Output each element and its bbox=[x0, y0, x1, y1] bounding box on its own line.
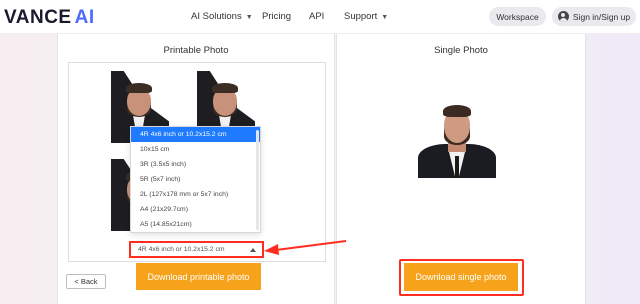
printable-photo-title: Printable Photo bbox=[163, 45, 229, 56]
size-dropdown-menu: 4R 4x6 inch or 10.2x15.2 cm 10x15 cm 3R … bbox=[130, 126, 261, 233]
workspace-button-label: Workspace bbox=[496, 11, 539, 22]
size-option[interactable]: 5R (5x7 inch) bbox=[131, 172, 260, 187]
single-photo-title: Single Photo bbox=[434, 45, 488, 56]
nav-support[interactable]: Support ▼ bbox=[344, 11, 388, 22]
single-portrait-photo bbox=[418, 104, 496, 178]
nav-pricing[interactable]: Pricing bbox=[262, 11, 291, 22]
nav-pricing-label: Pricing bbox=[262, 11, 292, 22]
dropdown-scrollbar[interactable] bbox=[256, 130, 259, 230]
workspace-button[interactable]: Workspace bbox=[489, 7, 546, 26]
chevron-up-icon bbox=[250, 248, 256, 252]
size-option[interactable]: A5 (14.85x21cm) bbox=[131, 217, 260, 232]
nav-ai-solutions[interactable]: AI Solutions ▼ bbox=[191, 11, 253, 22]
chevron-down-icon: ▼ bbox=[245, 14, 253, 21]
nav-ai-solutions-label: AI Solutions bbox=[191, 11, 242, 22]
logo-text: VANCE bbox=[4, 7, 72, 28]
download-printable-label: Download printable photo bbox=[147, 271, 250, 282]
size-option[interactable]: 4R 4x6 inch or 10.2x15.2 cm bbox=[131, 127, 260, 142]
signin-button-label: Sign in/Sign up bbox=[572, 11, 631, 22]
nav-api-label: API bbox=[309, 11, 325, 22]
back-button[interactable]: < Back bbox=[66, 274, 106, 289]
nav-support-label: Support bbox=[344, 11, 378, 22]
size-option[interactable]: A4 (21x29.7cm) bbox=[131, 202, 260, 217]
nav-api[interactable]: API bbox=[309, 11, 324, 22]
back-button-label: < Back bbox=[74, 277, 98, 286]
vance-ai-logo[interactable]: VANCE AI bbox=[4, 7, 95, 29]
logo-accent-text: AI bbox=[74, 7, 95, 28]
signin-button[interactable]: Sign in/Sign up bbox=[552, 7, 636, 26]
size-option[interactable]: 2L (127x178 mm or 5x7 inch) bbox=[131, 187, 260, 202]
download-printable-button[interactable]: Download printable photo bbox=[136, 263, 261, 290]
download-single-label: Download single photo bbox=[415, 272, 507, 282]
size-option[interactable]: 10x15 cm bbox=[131, 142, 260, 157]
chevron-down-icon: ▼ bbox=[381, 14, 389, 21]
user-icon bbox=[557, 11, 569, 22]
top-navbar: VANCE AI AI Solutions ▼ Pricing API Suppor… bbox=[0, 0, 640, 34]
size-select[interactable]: 4R 4x6 inch or 10.2x15.2 cm bbox=[129, 241, 264, 258]
size-option[interactable]: 3R (3.5x5 inch) bbox=[131, 157, 260, 172]
size-select-value: 4R 4x6 inch or 10.2x15.2 cm bbox=[138, 246, 225, 253]
download-single-button[interactable]: Download single photo bbox=[404, 263, 518, 291]
red-arrow-annotation bbox=[264, 240, 347, 255]
